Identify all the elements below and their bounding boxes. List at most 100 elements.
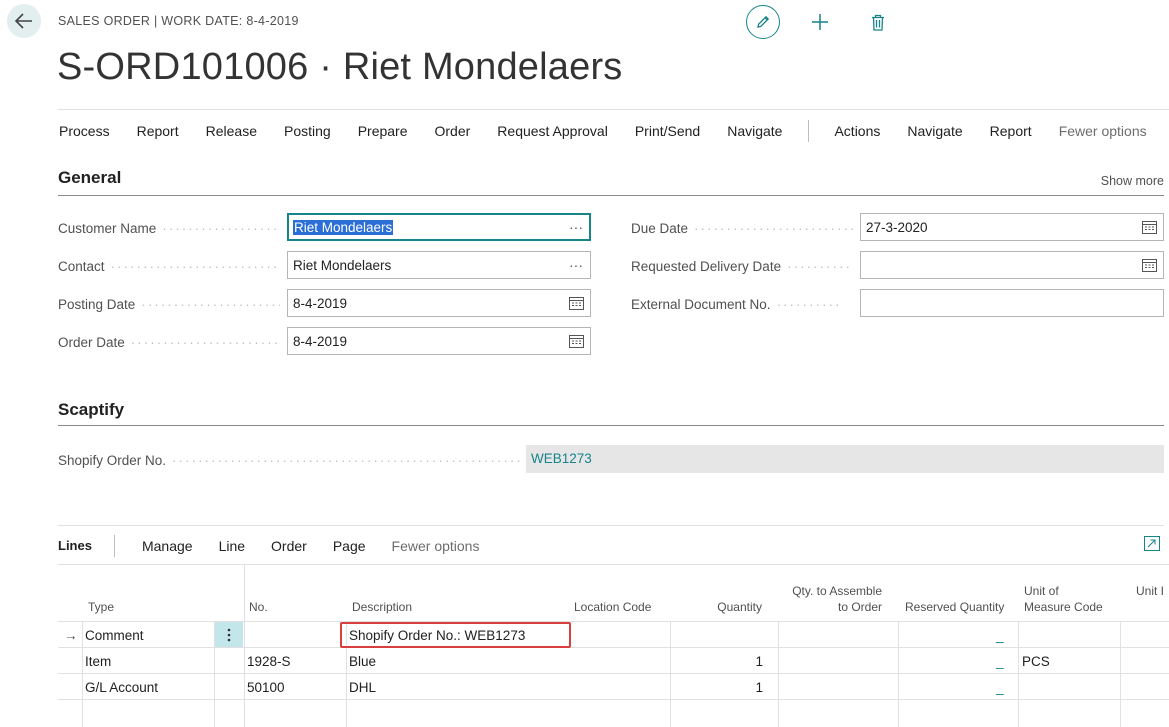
cell-reserved-quantity[interactable]: _ <box>996 674 1004 700</box>
grid-header: Type No. Description Location Code Quant… <box>58 565 1169 621</box>
table-row[interactable]: G/L Account 50100 DHL 1 _ <box>58 673 1169 699</box>
row-menu-button[interactable] <box>215 622 243 647</box>
back-arrow-icon <box>15 13 32 29</box>
delete-button[interactable] <box>868 12 888 32</box>
action-release[interactable]: Release <box>192 123 270 139</box>
action-actions[interactable]: Actions <box>821 123 894 139</box>
scaptify-section-title[interactable]: Scaptify <box>58 400 124 420</box>
general-section-title[interactable]: General <box>58 168 121 188</box>
ellipsis-icon[interactable]: ··· <box>567 256 585 274</box>
cell-reserved-quantity[interactable]: _ <box>996 622 1004 648</box>
due-date-field[interactable]: 27-3-2020 <box>860 213 1164 241</box>
grid-line <box>778 621 779 727</box>
cell-quantity[interactable]: 1 <box>678 648 763 674</box>
requested-delivery-date-label: Requested Delivery Date ·········· <box>631 259 853 274</box>
table-row-empty[interactable] <box>58 699 1169 727</box>
calendar-icon[interactable] <box>567 294 585 312</box>
calendar-icon[interactable] <box>567 332 585 350</box>
grid-line <box>82 621 83 727</box>
action-print-send[interactable]: Print/Send <box>621 123 713 139</box>
cell-quantity[interactable] <box>678 622 763 648</box>
lines-action-manage[interactable]: Manage <box>129 538 206 554</box>
action-order[interactable]: Order <box>421 123 484 139</box>
posting-date-field[interactable]: 8-4-2019 <box>287 289 591 317</box>
lines-action-order[interactable]: Order <box>258 538 320 554</box>
lines-title[interactable]: Lines <box>58 538 114 553</box>
page-title: S-ORD101006 · Riet Mondelaers <box>57 46 623 88</box>
cell-type[interactable]: Item <box>85 648 111 674</box>
cell-quantity[interactable]: 1 <box>678 674 763 700</box>
posting-date-label: Posting Date·························· <box>58 297 280 312</box>
grid-line <box>1120 621 1121 727</box>
grid-line <box>244 564 245 727</box>
cell-type[interactable]: Comment <box>85 622 144 648</box>
customer-name-field[interactable]: Riet Mondelaers ··· <box>287 213 591 241</box>
col-location-code-header[interactable]: Location Code <box>574 599 651 615</box>
plus-icon <box>812 14 828 30</box>
grid-line <box>1018 621 1019 727</box>
lines-action-bar: Lines Manage Line Order Page Fewer optio… <box>58 525 1164 565</box>
back-button[interactable] <box>7 4 41 38</box>
general-divider <box>58 195 1164 196</box>
action-navigate-2[interactable]: Navigate <box>894 123 976 139</box>
col-description-header[interactable]: Description <box>352 599 412 615</box>
header-actions <box>746 5 888 39</box>
grid-line <box>898 621 899 727</box>
col-reserved-quantity-header[interactable]: Reserved Quantity <box>905 599 1004 615</box>
fewer-options-button[interactable]: Fewer options <box>1045 123 1160 139</box>
calendar-icon[interactable] <box>1140 218 1158 236</box>
col-type-header[interactable]: Type <box>88 599 114 615</box>
external-document-no-field[interactable] <box>860 289 1164 317</box>
col-no-header[interactable]: No. <box>249 599 268 615</box>
col-quantity-header[interactable]: Quantity <box>678 599 762 615</box>
action-process[interactable]: Process <box>58 123 123 139</box>
ellipsis-icon[interactable]: ··· <box>567 218 585 236</box>
pencil-icon <box>757 15 770 28</box>
col-unit-price-header[interactable]: Unit I <box>1136 583 1164 599</box>
order-date-field[interactable]: 8-4-2019 <box>287 327 591 355</box>
table-row[interactable]: Item 1928-S Blue 1 _ PCS <box>58 647 1169 673</box>
cell-no[interactable]: 1928-S <box>247 648 291 674</box>
action-navigate[interactable]: Navigate <box>714 123 796 139</box>
col-qty-assemble-header[interactable]: Qty. to Assemble to Order <box>778 583 882 615</box>
lines-separator <box>113 534 115 557</box>
contact-label: Contact································ <box>58 259 280 274</box>
due-date-label: Due Date································… <box>631 221 853 236</box>
external-document-no-label: External Document No. ·········· <box>631 297 842 312</box>
expand-icon[interactable] <box>1144 536 1160 554</box>
cell-uom[interactable]: PCS <box>1022 648 1050 674</box>
cell-reserved-quantity[interactable]: _ <box>996 648 1004 674</box>
customer-name-label: Customer Name·························· <box>58 221 280 236</box>
action-separator <box>807 119 809 142</box>
action-request-approval[interactable]: Request Approval <box>484 123 622 139</box>
lines-fewer-options-button[interactable]: Fewer options <box>379 538 493 554</box>
cell-description[interactable]: Blue <box>349 648 376 674</box>
lines-action-page[interactable]: Page <box>320 538 379 554</box>
current-row-arrow-icon: → <box>64 627 78 643</box>
action-report-2[interactable]: Report <box>976 123 1045 139</box>
col-uom-header[interactable]: Unit of Measure Code <box>1024 583 1103 615</box>
show-more-button[interactable]: Show more <box>1101 174 1164 188</box>
action-prepare[interactable]: Prepare <box>344 123 421 139</box>
edit-button[interactable] <box>746 5 780 39</box>
page-context: SALES ORDER | WORK DATE: 8-4-2019 <box>58 14 299 28</box>
highlight-annotation <box>340 622 571 648</box>
grid-line <box>670 621 671 727</box>
requested-delivery-date-field[interactable] <box>860 251 1164 279</box>
order-date-label: Order Date······························… <box>58 335 280 350</box>
cell-type[interactable]: G/L Account <box>85 674 158 700</box>
cell-no[interactable]: 50100 <box>247 674 285 700</box>
cell-description[interactable]: DHL <box>349 674 376 700</box>
scaptify-divider <box>58 425 1164 426</box>
trash-icon <box>872 14 884 31</box>
shopify-order-no-value[interactable]: WEB1273 <box>526 445 1164 473</box>
calendar-icon[interactable] <box>1140 256 1158 274</box>
action-posting[interactable]: Posting <box>270 123 344 139</box>
action-bar: Process Report Release Posting Prepare O… <box>58 109 1169 151</box>
vertical-ellipsis-icon <box>227 628 231 641</box>
new-button[interactable] <box>810 12 830 32</box>
shopify-order-no-label: Shopify Order No. ·······················… <box>58 453 520 468</box>
contact-field[interactable]: Riet Mondelaers ··· <box>287 251 591 279</box>
lines-action-line[interactable]: Line <box>206 538 258 554</box>
action-report[interactable]: Report <box>123 123 192 139</box>
